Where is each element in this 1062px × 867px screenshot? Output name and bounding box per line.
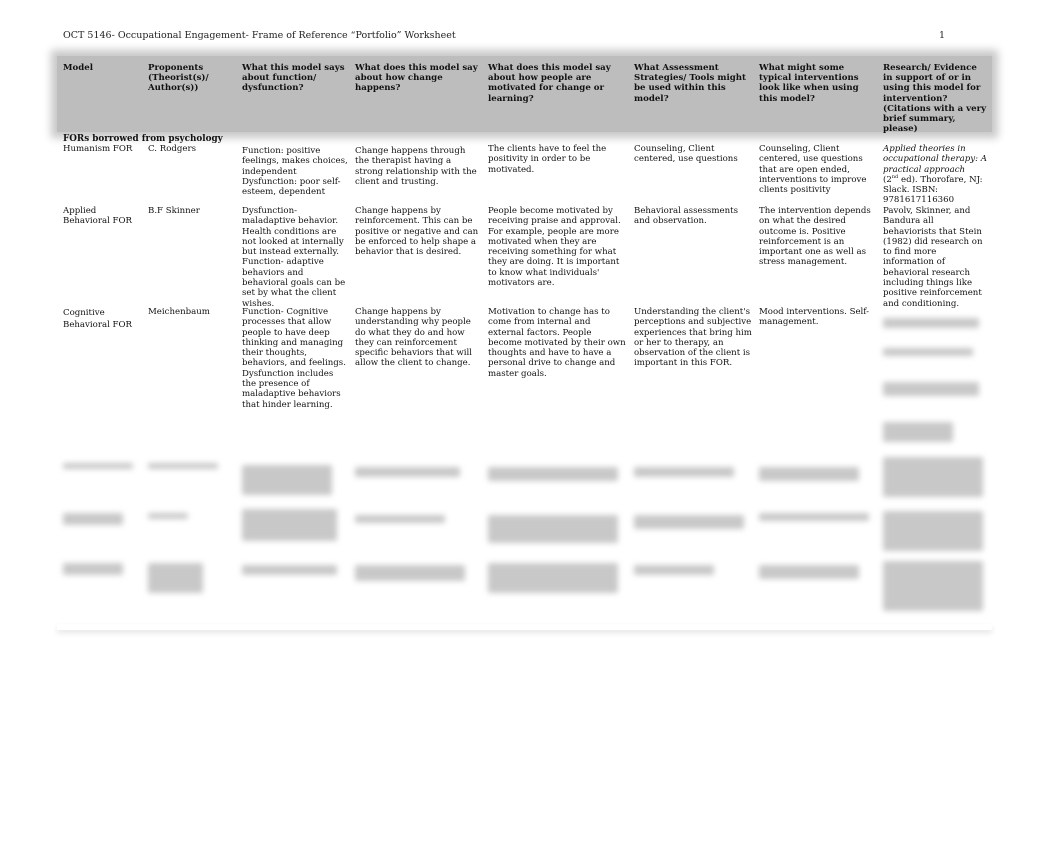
header-change: What does this model say about how chang…: [355, 63, 478, 94]
cell-model: Applied Behavioral FOR: [63, 206, 133, 227]
citation-rest: ed). Thorofare, NJ: Slack. ISBN: 9781617…: [883, 174, 983, 206]
header-model: Model: [63, 63, 93, 73]
header-proponents: Proponents (Theorist(s)/ Author(s)): [148, 63, 209, 94]
section-label: FORs borrowed from psychology: [63, 134, 223, 144]
cell-research: Pavolv, Skinner, and Bandura all behavio…: [883, 206, 983, 309]
cell-assessment: Counseling, Client centered, use questio…: [634, 144, 738, 165]
citation-title: Applied theories in occupational therapy…: [883, 144, 987, 175]
page-number: 1: [939, 30, 946, 41]
cell-motivation: People become motivated by receiving pra…: [488, 206, 621, 289]
header-motivation: What does this model say about how peopl…: [488, 63, 611, 104]
cell-research: Applied theories in occupational therapy…: [883, 144, 987, 206]
cell-proponents: Meichenbaum: [148, 307, 210, 317]
table-header-row: Model Proponents (Theorist(s)/ Author(s)…: [57, 56, 992, 135]
cell-model: Humanism FOR: [63, 144, 133, 154]
cell-interventions: The intervention depends on what the des…: [759, 206, 871, 268]
header-assessment: What Assessment Strategies/ Tools might …: [634, 63, 746, 104]
cell-function: Function- Cognitive processes that allow…: [242, 307, 346, 410]
frame-of-reference-table: Model Proponents (Theorist(s)/ Author(s)…: [57, 56, 992, 611]
header-research: Research/ Evidence in support of or in u…: [883, 63, 987, 135]
cell-change: Change happens by reinforcement. This ca…: [355, 206, 479, 258]
document-title: OCT 5146- Occupational Engagement- Frame…: [63, 30, 456, 41]
table-bottom-edge: [57, 624, 992, 630]
cell-proponents: C. Rodgers: [148, 144, 196, 154]
cell-change: Change happens through the therapist hav…: [355, 146, 477, 187]
cell-assessment: Understanding the client's perceptions a…: [634, 307, 752, 369]
cell-change: Change happens by understanding why peop…: [355, 307, 473, 369]
cell-function: Function: positive feelings, makes choic…: [242, 146, 348, 198]
cell-proponents: B.F Skinner: [148, 206, 200, 216]
cell-assessment: Behavioral assessments and observation.: [634, 206, 739, 227]
cell-interventions: Counseling, Client centered, use questio…: [759, 144, 867, 196]
header-function: What this model says about function/ dys…: [242, 63, 345, 94]
obscured-research-cell: [883, 312, 983, 452]
cell-motivation: The clients have to feel the positivity …: [488, 144, 607, 175]
header-interventions: What might some typical interventions lo…: [759, 63, 859, 104]
cell-function: Dysfunction- maladaptive behavior. Healt…: [242, 206, 346, 309]
cell-interventions: Mood interventions. Self-management.: [759, 307, 870, 328]
cell-motivation: Motivation to change has to come from in…: [488, 307, 626, 379]
cell-model: Cognitive Behavioral FOR: [63, 308, 133, 330]
obscured-rows: [57, 451, 992, 631]
